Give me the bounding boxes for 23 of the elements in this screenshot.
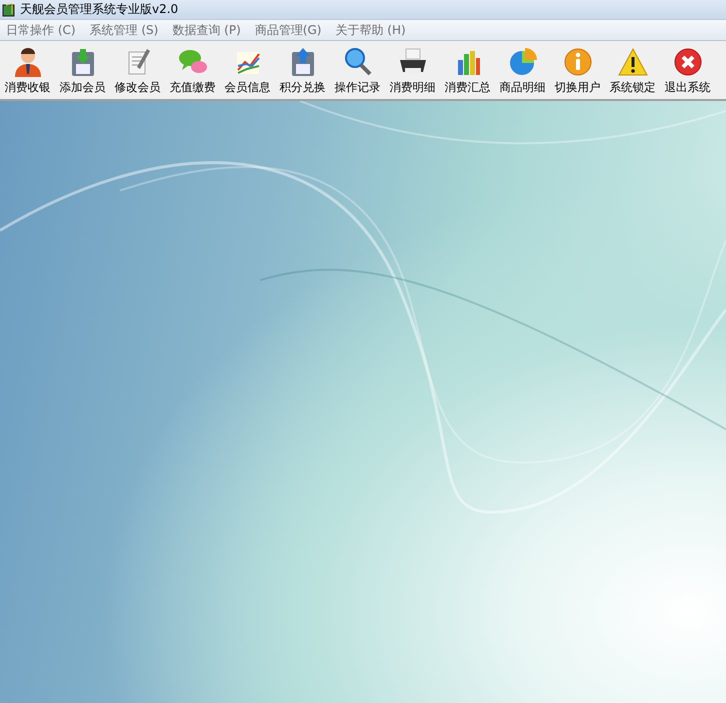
toolbar-button[interactable]: 充值缴费 (165, 42, 220, 98)
toolbar-button[interactable]: 系统锁定 (605, 42, 660, 98)
menu-item[interactable]: 数据查询 (P) (172, 22, 241, 38)
menu-item[interactable]: 系统管理 (S) (90, 22, 158, 38)
close-icon (672, 46, 704, 78)
toolbar-button[interactable]: 积分兑换 (275, 42, 330, 98)
toolbar-button[interactable]: 消费汇总 (440, 42, 495, 98)
toolbar-button[interactable]: 操作记录 (330, 42, 385, 98)
warning-icon (616, 46, 648, 78)
toolbar-button[interactable]: 消费收银 (0, 42, 55, 98)
menu-item[interactable]: 关于帮助 (H) (335, 22, 406, 38)
toolbar-button[interactable]: 会员信息 (220, 42, 275, 98)
info-icon (562, 46, 594, 78)
menu-item[interactable]: 日常操作 (C) (6, 22, 76, 38)
book-icon (2, 2, 16, 16)
toolbar-button[interactable]: 添加会员 (55, 42, 110, 98)
toolbar-button[interactable]: 切换用户 (550, 42, 605, 98)
toolbar-button[interactable]: 修改会员 (110, 42, 165, 98)
window-title: 天舰会员管理系统专业版v2.0 (20, 1, 178, 18)
toolbar-button[interactable]: 退出系统 (660, 42, 715, 98)
toolbar-button[interactable]: 商品明细 (495, 42, 550, 98)
menu-item[interactable]: 商品管理(G) (254, 22, 322, 38)
toolbar-button[interactable]: 消费明细 (385, 42, 440, 98)
